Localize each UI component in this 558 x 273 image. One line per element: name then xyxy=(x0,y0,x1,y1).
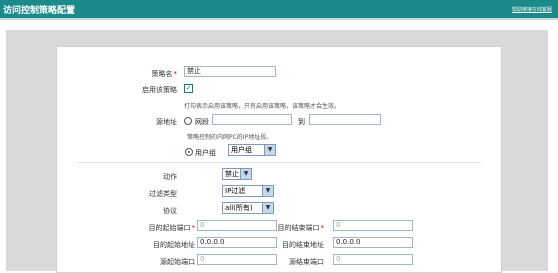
help-link[interactable]: 帮助链接在线客服 xyxy=(512,6,552,13)
filter-type-label: 过滤类型 xyxy=(149,190,177,198)
action-select[interactable]: 禁止 ▼ xyxy=(222,168,252,180)
dst-end-addr-input[interactable]: 0.0.0.0 xyxy=(333,237,413,248)
policy-form-panel: 策略名* 禁止 启用该策略 ✓ 打勾表示启用该策略，只有启用该策略，该策略才会生… xyxy=(56,46,502,273)
enable-policy-label: 启用该策略 xyxy=(142,86,177,94)
user-group-radio-label: 用户组 xyxy=(195,149,216,157)
protocol-label: 协议 xyxy=(163,207,177,215)
user-group-select[interactable]: 用户组 ▼ xyxy=(228,144,276,156)
enable-policy-checkbox[interactable]: ✓ xyxy=(184,84,193,93)
required-marker: * xyxy=(191,224,196,232)
address-hint: 策略控制的内网PC的IP地址段。 xyxy=(187,134,273,141)
filter-type-select-value: IP过滤 xyxy=(225,187,246,195)
user-group-select-value: 用户组 xyxy=(231,146,252,154)
src-start-port-label: 源起始端口 xyxy=(160,258,195,266)
protocol-select-value: all(所有) xyxy=(225,204,253,212)
segment-start-ip-input[interactable] xyxy=(212,114,292,125)
to-label: 到 xyxy=(298,118,305,126)
src-end-port-input[interactable]: 0 xyxy=(333,254,413,265)
title-divider xyxy=(0,18,558,20)
chevron-down-icon: ▼ xyxy=(264,145,275,155)
dst-start-addr-label: 目的起始地址 xyxy=(153,241,195,249)
source-address-label: 源地址 xyxy=(156,118,177,126)
dst-end-addr-label: 目的结束地址 xyxy=(282,241,324,249)
section-divider xyxy=(77,162,481,163)
dst-end-port-label: 目的结束端口* xyxy=(277,224,325,232)
window-title: 访问控制策略配置 xyxy=(3,6,76,16)
segment-radio[interactable] xyxy=(184,117,192,125)
dst-start-port-label: 目的起始端口* xyxy=(148,224,196,232)
dst-end-port-input[interactable]: 0 xyxy=(333,220,413,231)
chevron-down-icon: ▼ xyxy=(262,203,273,213)
action-label: 动作 xyxy=(163,173,177,181)
policy-name-label: 策略名* xyxy=(151,70,178,78)
required-marker: * xyxy=(173,70,178,78)
enable-policy-hint: 打勾表示启用该策略，只有启用该策略，该策略才会生效。 xyxy=(184,103,341,110)
user-group-radio[interactable] xyxy=(185,148,193,156)
action-select-value: 禁止 xyxy=(225,170,239,178)
filter-type-select[interactable]: IP过滤 ▼ xyxy=(222,185,274,197)
segment-end-ip-input[interactable] xyxy=(309,114,381,125)
protocol-select[interactable]: all(所有) ▼ xyxy=(222,202,274,214)
src-end-port-label: 源结束端口 xyxy=(289,258,324,266)
required-marker: * xyxy=(320,224,325,232)
chevron-down-icon: ▼ xyxy=(262,186,273,196)
policy-name-input[interactable]: 禁止 xyxy=(184,66,276,77)
segment-radio-label: 网段 xyxy=(195,118,209,126)
title-bar: 访问控制策略配置 帮助链接在线客服 xyxy=(0,0,558,18)
chevron-down-icon: ▼ xyxy=(240,169,251,179)
